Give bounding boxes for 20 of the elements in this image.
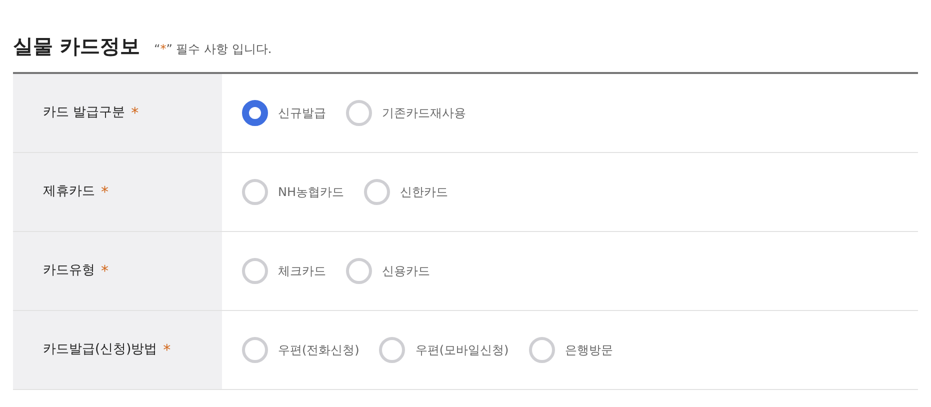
- field-label: 카드발급(신청)방법: [43, 341, 158, 360]
- option-label: 신한카드: [400, 184, 448, 201]
- required-note: “*” 필수 사항 입니다.: [154, 43, 272, 56]
- field-label: 카드유형: [43, 262, 95, 280]
- option-label: 신용카드: [382, 263, 430, 280]
- field-label: 제휴카드: [43, 183, 95, 202]
- radio-button[interactable]: [242, 100, 268, 126]
- required-mark: *: [101, 182, 108, 203]
- option-label: 체크카드: [278, 263, 326, 280]
- option-label: 은행방문: [564, 342, 613, 359]
- required-mark: *: [163, 340, 171, 361]
- option-label: 우편(전화신청): [278, 342, 360, 359]
- option-label: 신규발급: [278, 105, 326, 122]
- required-mark: *: [131, 102, 139, 124]
- option-label: 우편(모바일신청): [415, 342, 509, 359]
- section-title: 실물 카드정보: [13, 36, 140, 56]
- option-label: NH농협카드: [278, 184, 344, 201]
- field-label: 카드 발급구분: [43, 104, 126, 122]
- required-mark: *: [101, 260, 108, 282]
- option-label: 기존카드재사용: [382, 105, 466, 122]
